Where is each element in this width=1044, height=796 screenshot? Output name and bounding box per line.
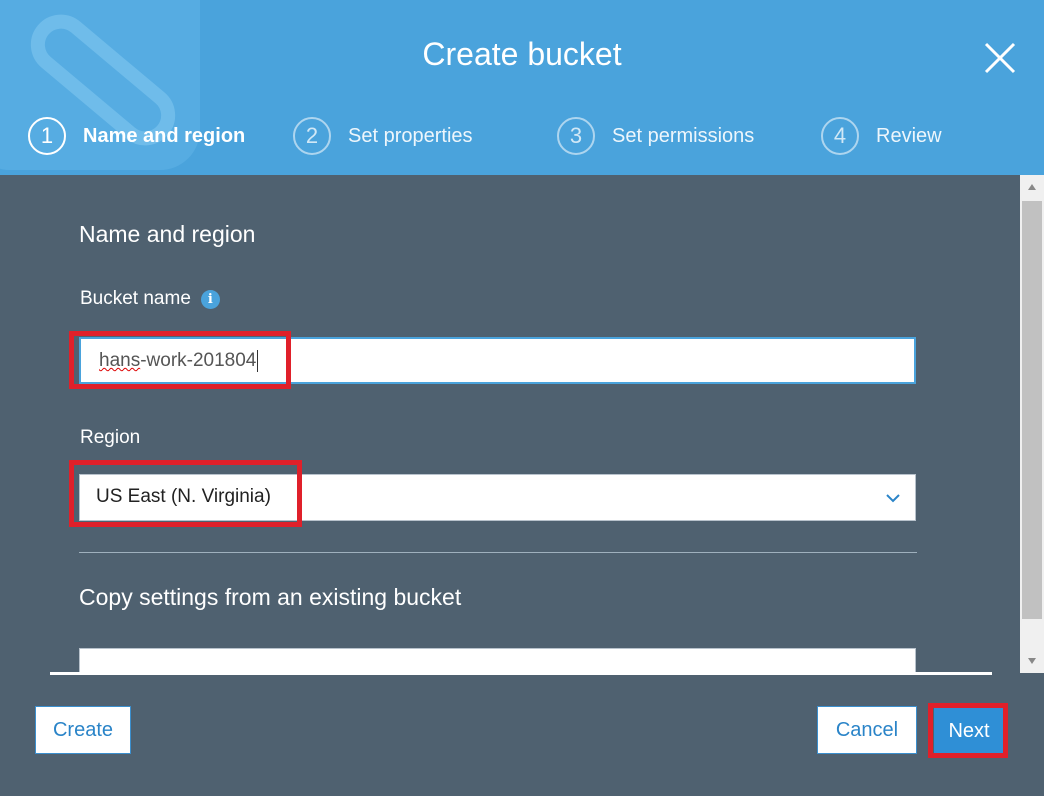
- wizard-steps: 1 Name and region 2 Set properties 3 Set…: [0, 115, 1044, 157]
- step-number: 2: [293, 117, 331, 155]
- close-icon[interactable]: [982, 40, 1018, 76]
- info-icon[interactable]: i: [200, 289, 220, 309]
- chevron-down-icon: [886, 494, 900, 503]
- bucket-name-label-text: Bucket name: [80, 288, 191, 309]
- step-set-properties[interactable]: 2 Set properties: [293, 115, 473, 157]
- section-divider: [79, 552, 917, 553]
- cancel-button[interactable]: Cancel: [817, 706, 917, 754]
- step-label: Name and region: [83, 124, 246, 147]
- dialog-header: Create bucket 1 Name and region 2 Set pr…: [0, 0, 1044, 175]
- bucket-name-label: Bucket name i: [80, 288, 220, 310]
- dialog-title: Create bucket: [422, 36, 622, 72]
- dialog-body: Name and region Bucket name i hans-work-…: [0, 175, 1020, 673]
- step-set-permissions[interactable]: 3 Set permissions: [557, 115, 754, 157]
- scrollbar[interactable]: [1020, 175, 1044, 673]
- step-name-and-region[interactable]: 1 Name and region: [28, 115, 245, 157]
- highlight-bucket-name: [69, 331, 291, 389]
- highlight-next: [928, 703, 1008, 758]
- scroll-down-arrow-icon[interactable]: [1020, 649, 1044, 673]
- step-label: Set properties: [348, 124, 473, 147]
- section-title: Name and region: [79, 221, 256, 247]
- create-button[interactable]: Create: [35, 706, 131, 754]
- scroll-thumb[interactable]: [1022, 201, 1042, 619]
- step-number: 1: [28, 117, 66, 155]
- highlight-region: [69, 460, 302, 527]
- step-review[interactable]: 4 Review: [821, 115, 942, 157]
- region-label: Region: [80, 427, 140, 449]
- region-label-text: Region: [80, 427, 141, 448]
- step-number: 4: [821, 117, 859, 155]
- step-label: Set permissions: [612, 124, 755, 147]
- step-label: Review: [876, 124, 942, 147]
- step-number: 3: [557, 117, 595, 155]
- copy-settings-select[interactable]: [79, 648, 916, 673]
- copy-settings-title: Copy settings from an existing bucket: [79, 584, 462, 610]
- footer-divider: [50, 672, 992, 675]
- scroll-up-arrow-icon[interactable]: [1020, 175, 1044, 199]
